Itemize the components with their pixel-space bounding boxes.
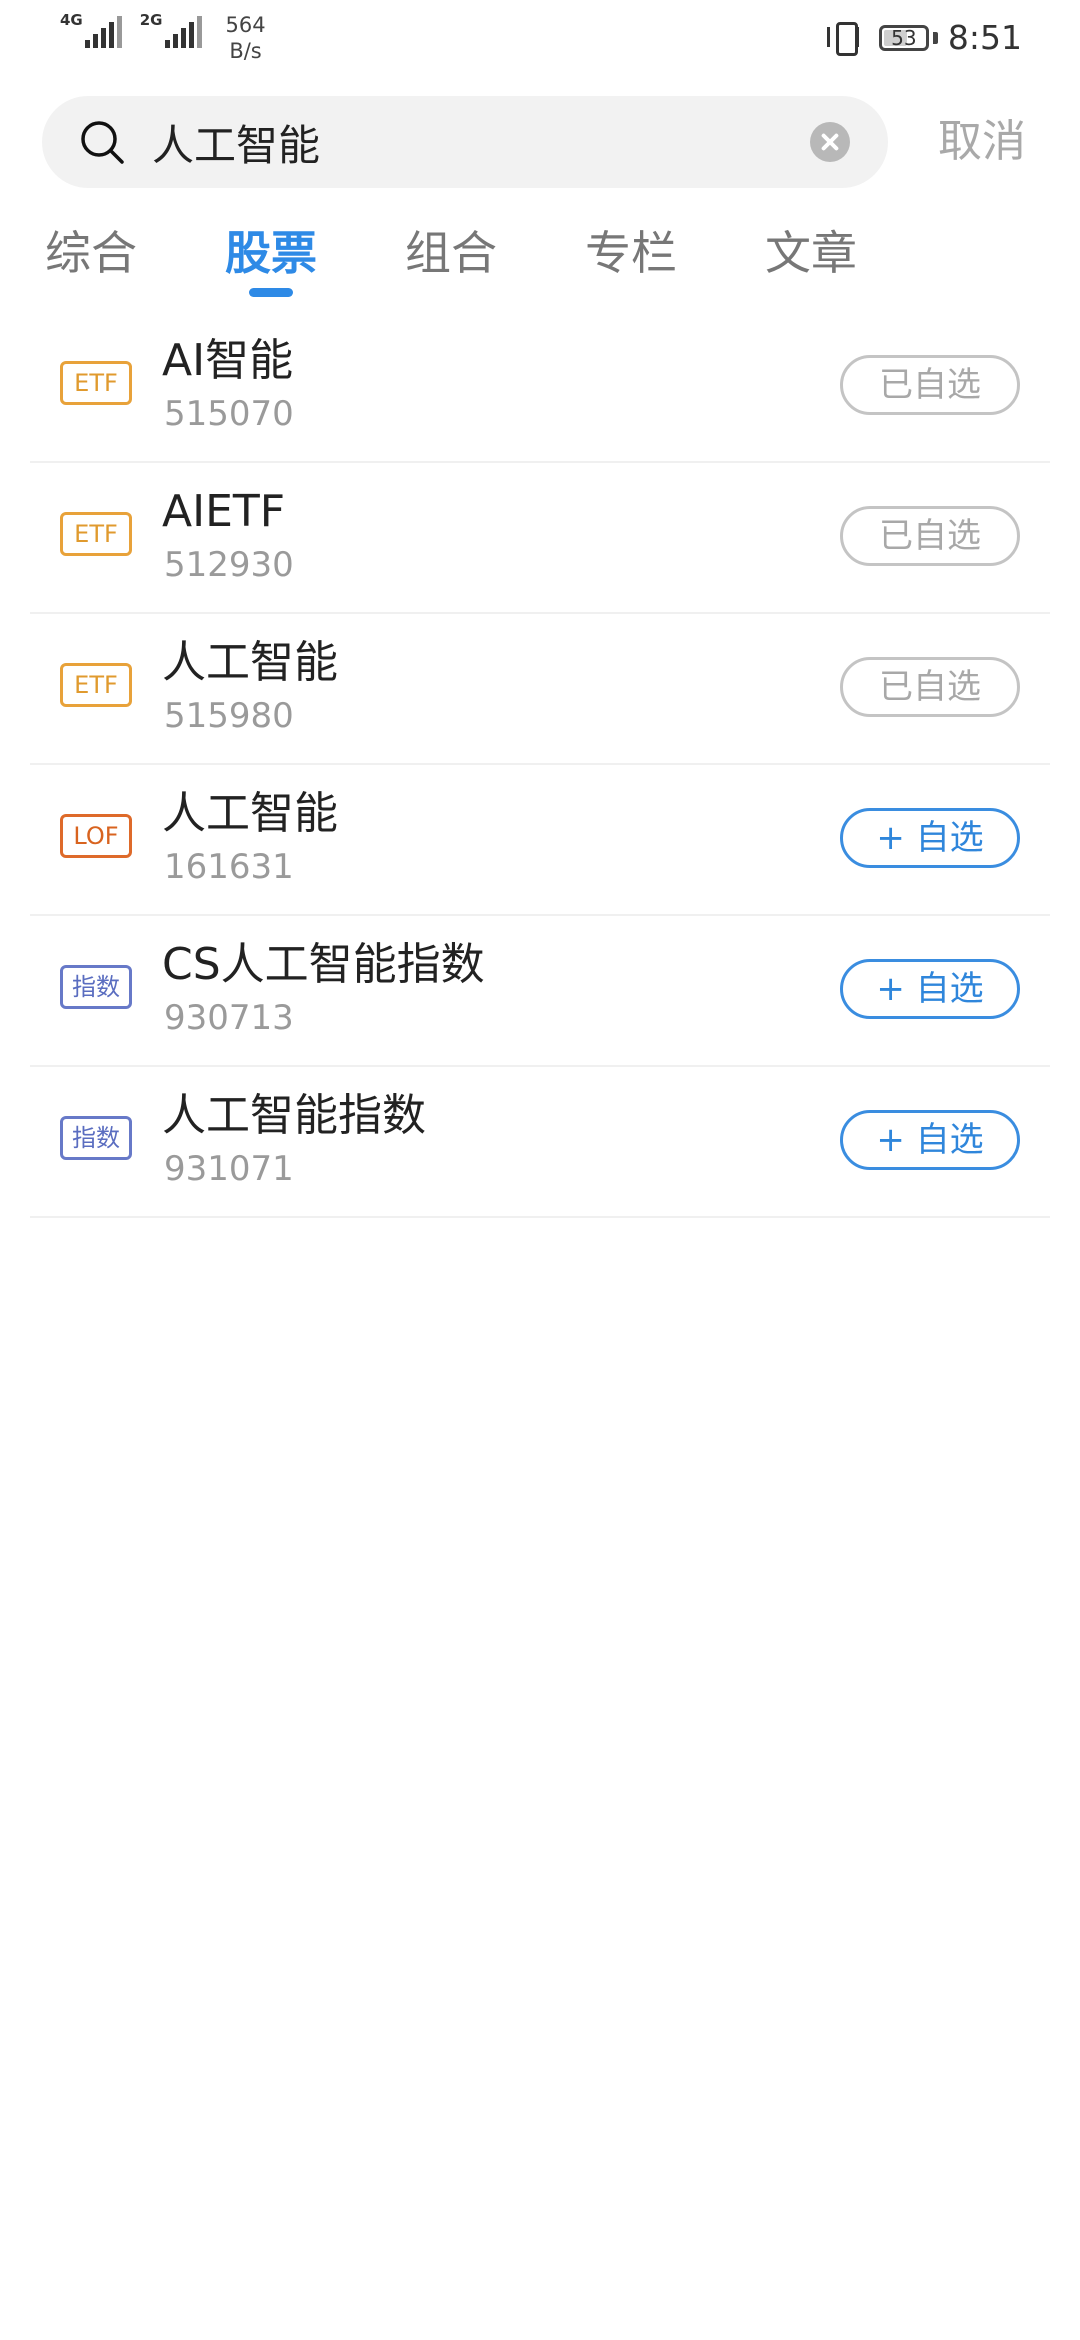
- list-item[interactable]: 指数 CS人工智能指数 930713 + 自选: [30, 916, 1050, 1067]
- security-code: 515980: [164, 696, 294, 736]
- security-name: AIETF: [162, 486, 286, 537]
- security-code: 931071: [164, 1149, 294, 1189]
- tab-label: 综合: [45, 226, 137, 280]
- network-type-1: 4G: [60, 11, 83, 29]
- network-speed: 564 B/s: [226, 12, 266, 64]
- type-badge: ETF: [60, 512, 132, 556]
- tab-columns[interactable]: 专栏: [556, 218, 706, 308]
- watchlist-added-button[interactable]: 已自选: [840, 506, 1020, 566]
- security-code: 515070: [164, 394, 294, 434]
- security-code: 161631: [164, 847, 294, 887]
- status-bar-left: 4G 2G 564 B/s: [60, 11, 266, 66]
- type-badge: ETF: [60, 361, 132, 405]
- battery-icon: 53: [878, 24, 929, 51]
- signal-4g-icon: 4G: [60, 11, 122, 48]
- type-badge: 指数: [60, 1116, 132, 1160]
- security-code: 512930: [164, 545, 294, 585]
- security-name: 人工智能: [162, 788, 338, 839]
- type-badge: LOF: [60, 814, 132, 858]
- status-bar: 4G 2G 564 B/s 53 8:51: [0, 0, 1080, 74]
- tab-articles[interactable]: 文章: [736, 218, 886, 308]
- security-name: 人工智能指数: [162, 1090, 426, 1141]
- cancel-button[interactable]: 取消: [938, 112, 1026, 172]
- clock: 8:51: [947, 18, 1022, 57]
- add-to-watchlist-button[interactable]: + 自选: [840, 959, 1020, 1019]
- type-badge: ETF: [60, 663, 132, 707]
- signal-2g-icon: 2G: [139, 11, 202, 48]
- list-item[interactable]: ETF 人工智能 515980 已自选: [30, 614, 1050, 765]
- add-to-watchlist-button[interactable]: + 自选: [840, 1110, 1020, 1170]
- search-icon: [81, 121, 124, 164]
- vibrate-icon: [825, 20, 865, 56]
- watchlist-added-button[interactable]: 已自选: [840, 657, 1020, 717]
- tab-label: 组合: [405, 226, 497, 280]
- search-input[interactable]: [152, 96, 822, 188]
- clear-search-icon[interactable]: [810, 122, 850, 162]
- tab-stocks[interactable]: 股票: [196, 218, 346, 308]
- tab-comprehensive[interactable]: 综合: [16, 218, 166, 308]
- results-list: ETF AI智能 515070 已自选 ETF AIETF 512930 已自选…: [30, 312, 1050, 1218]
- type-badge: 指数: [60, 965, 132, 1009]
- security-name: CS人工智能指数: [162, 939, 485, 990]
- search-box[interactable]: [42, 96, 888, 188]
- tab-label: 专栏: [585, 226, 677, 280]
- list-item[interactable]: ETF AIETF 512930 已自选: [30, 463, 1050, 614]
- tab-label: 文章: [765, 226, 857, 280]
- list-item[interactable]: 指数 人工智能指数 931071 + 自选: [30, 1067, 1050, 1218]
- network-speed-value: 564: [225, 13, 266, 37]
- status-bar-right: 53 8:51: [825, 18, 1022, 57]
- list-item[interactable]: LOF 人工智能 161631 + 自选: [30, 765, 1050, 916]
- active-tab-indicator: [249, 288, 293, 297]
- add-to-watchlist-button[interactable]: + 自选: [840, 808, 1020, 868]
- battery-tip: [932, 31, 938, 44]
- security-code: 930713: [164, 998, 294, 1038]
- tab-portfolios[interactable]: 组合: [376, 218, 526, 308]
- battery-level: 53: [891, 25, 917, 50]
- tab-bar: 综合 股票 组合 专栏 文章: [0, 218, 1080, 308]
- network-speed-unit: B/s: [229, 39, 262, 63]
- list-item[interactable]: ETF AI智能 515070 已自选: [30, 312, 1050, 463]
- watchlist-added-button[interactable]: 已自选: [840, 355, 1020, 415]
- tab-label: 股票: [225, 226, 317, 280]
- security-name: 人工智能: [162, 637, 338, 688]
- security-name: AI智能: [162, 335, 294, 386]
- network-type-2: 2G: [139, 11, 163, 29]
